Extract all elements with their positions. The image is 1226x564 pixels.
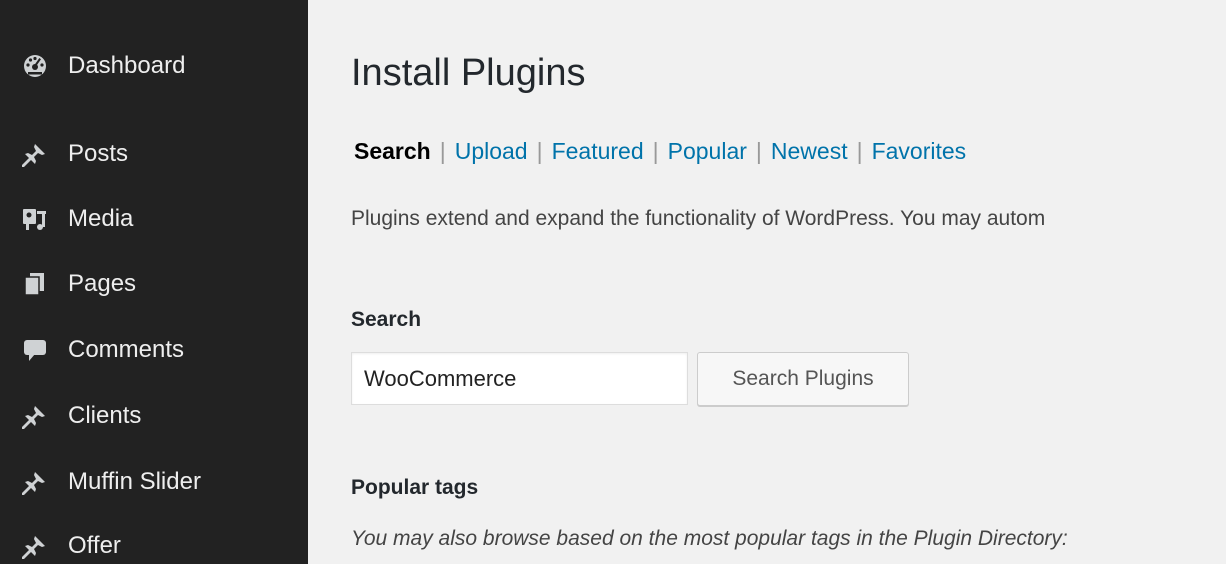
intro-text: Plugins extend and expand the functional…: [351, 207, 1046, 230]
pin-icon: [20, 531, 50, 561]
subnav-separator: |: [652, 138, 659, 164]
search-heading: Search: [351, 308, 422, 331]
sidebar-item-posts[interactable]: Posts: [0, 128, 308, 180]
sidebar-item-pages[interactable]: Pages: [0, 258, 308, 310]
media-icon: [20, 204, 50, 234]
pages-icon: [20, 269, 50, 299]
sidebar-item-label: Media: [68, 205, 134, 232]
admin-sidebar: Dashboard Posts Media Pages Comments Cli…: [0, 0, 308, 564]
dashboard-icon: [20, 51, 50, 81]
sidebar-item-dashboard[interactable]: Dashboard: [0, 40, 308, 92]
pin-icon: [20, 467, 50, 497]
subnav-link-popular[interactable]: Popular: [668, 138, 747, 164]
sidebar-item-label: Posts: [68, 140, 129, 167]
popular-tags-heading: Popular tags: [351, 476, 479, 499]
page-title: Install Plugins: [351, 52, 586, 94]
pin-icon: [20, 401, 50, 431]
search-plugins-button[interactable]: Search Plugins: [697, 352, 909, 406]
sidebar-item-label: Pages: [68, 270, 137, 297]
popular-tags-description: You may also browse based on the most po…: [351, 527, 1068, 550]
sidebar-item-label: Clients: [68, 402, 142, 429]
sidebar-item-label: Comments: [68, 336, 185, 363]
sidebar-item-offer[interactable]: Offer: [0, 520, 308, 564]
subnav-separator: |: [856, 138, 863, 164]
sidebar-item-clients[interactable]: Clients: [0, 390, 308, 442]
sidebar-item-media[interactable]: Media: [0, 193, 308, 245]
plugin-subnav: Search | Upload | Featured | Popular | Newest | Fa…: [354, 138, 966, 165]
plugin-search-input[interactable]: [351, 352, 688, 405]
sidebar-item-label: Muffin Slider: [68, 468, 201, 495]
page: Dashboard Posts Media Pages Comments Cli…: [0, 0, 1226, 564]
subnav-link-upload[interactable]: Upload: [455, 138, 528, 164]
sidebar-item-comments[interactable]: Comments: [0, 324, 308, 376]
subnav-separator: |: [755, 138, 762, 164]
sidebar-item-label: Dashboard: [68, 52, 186, 79]
main-content: Install Plugins Search | Upload | Featured | P…: [308, 0, 1226, 564]
sidebar-item-label: Offer: [68, 532, 121, 559]
subnav-current-search: Search: [354, 138, 431, 164]
subnav-link-favorites[interactable]: Favorites: [872, 138, 967, 164]
subnav-separator: |: [439, 138, 446, 164]
sidebar-item-muffin-slider[interactable]: Muffin Slider: [0, 456, 308, 508]
comment-icon: [20, 335, 50, 365]
pin-icon: [20, 139, 50, 169]
subnav-separator: |: [536, 138, 543, 164]
subnav-link-newest[interactable]: Newest: [771, 138, 848, 164]
subnav-link-featured[interactable]: Featured: [552, 138, 644, 164]
